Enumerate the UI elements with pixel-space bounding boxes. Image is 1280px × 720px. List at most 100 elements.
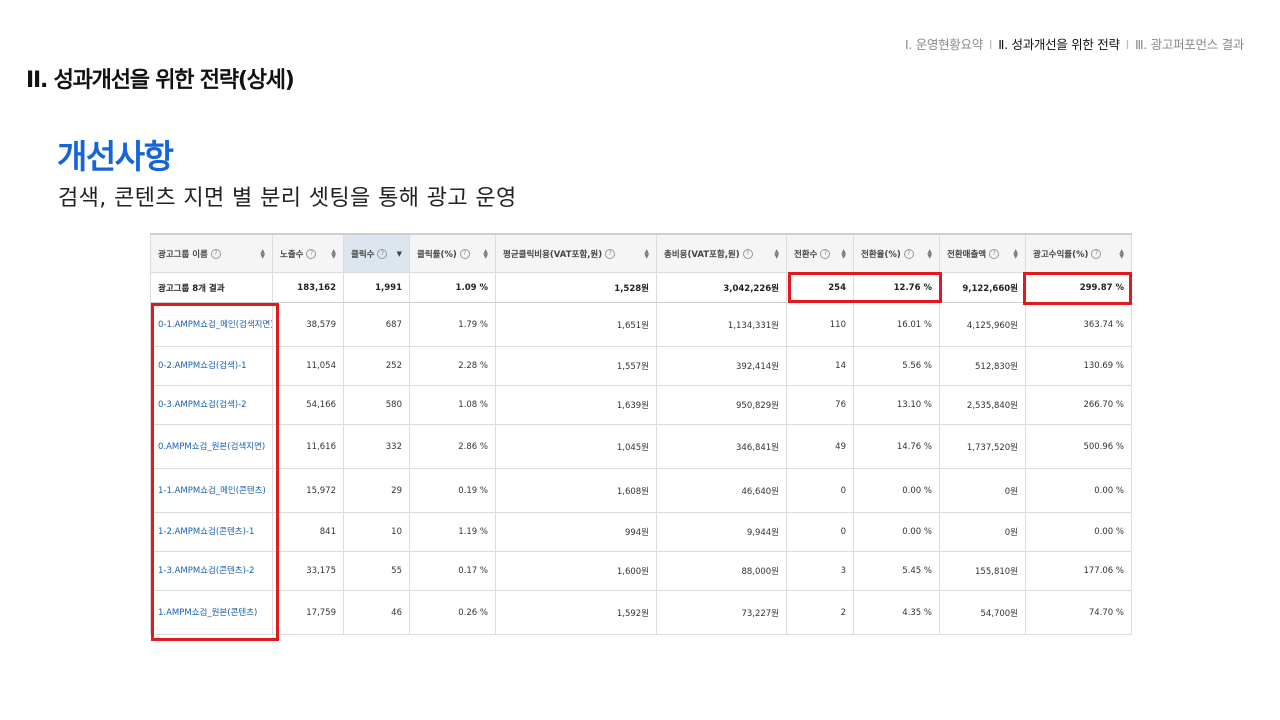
table-header-row: 광고그룹 이름? ▲ ▼ 노출수? ▲ ▼ 클릭수? ▼ 클릭률(%)? ▲ ▼ 평균클릭비용(VAT… xyxy=(150,233,1132,273)
ad-group-name-link[interactable]: 1-2.AMPM쇼검(콘텐츠)-1 xyxy=(150,512,273,552)
section-title: 개선사항 xyxy=(57,137,174,176)
section-subtitle: 검색, 콘텐츠 지면 별 분리 셋팅을 통해 광고 운영 xyxy=(58,186,517,211)
help-icon[interactable]: ? xyxy=(820,248,831,259)
sort-icon[interactable]: ▲ ▼ xyxy=(483,248,488,259)
table-cell: 0.17 % xyxy=(409,551,496,591)
summary-label: 광고그룹 8개 결과 xyxy=(150,272,273,303)
table-cell: 74.70 % xyxy=(1025,590,1132,635)
sort-icon[interactable]: ▲ ▼ xyxy=(644,248,649,259)
column-header-label: 광고그룹 이름 xyxy=(158,249,208,260)
table-row: 0-1.AMPM쇼검_메인(검색지면) 38,579 687 1.79 % 1,651원… xyxy=(150,302,1132,347)
table-cell: 0 xyxy=(786,468,854,513)
column-header-6[interactable]: 전환수? ▲ ▼ xyxy=(786,233,854,273)
column-header-label: 전환매출액 xyxy=(947,249,987,260)
table-cell: 994원 xyxy=(495,512,657,552)
column-header-3[interactable]: 클릭률(%)? ▲ ▼ xyxy=(409,233,496,273)
table-cell: 46,640원 xyxy=(656,468,787,513)
ad-group-name-link[interactable]: 1.AMPM쇼검_원본(콘텐츠) xyxy=(150,590,273,635)
table-cell: 5.45 % xyxy=(853,551,940,591)
table-cell: 2.86 % xyxy=(409,424,496,469)
sort-icon[interactable]: ▲ ▼ xyxy=(260,248,265,259)
help-icon[interactable]: ? xyxy=(459,248,470,259)
table-cell: 841 xyxy=(272,512,344,552)
table-cell: 0.00 % xyxy=(1025,468,1132,513)
column-header-label: 전환율(%) xyxy=(861,249,901,260)
column-header-label: 총비용(VAT포함,원) xyxy=(664,249,740,260)
table-cell: 9,944원 xyxy=(656,512,787,552)
table-cell: 512,830원 xyxy=(939,346,1026,386)
table-cell: 130.69 % xyxy=(1025,346,1132,386)
help-icon[interactable]: ? xyxy=(377,248,388,259)
help-icon[interactable]: ? xyxy=(210,248,221,259)
nav-item-performance[interactable]: Ⅲ. 광고퍼포먼스 결과 xyxy=(1135,34,1244,53)
table-cell: 2 xyxy=(786,590,854,635)
nav-item-strategy[interactable]: Ⅱ. 성과개선을 위한 전략 xyxy=(998,34,1120,53)
table-cell: 3 xyxy=(786,551,854,591)
column-header-8[interactable]: 전환매출액? ▲ ▼ xyxy=(939,233,1026,273)
column-header-0[interactable]: 광고그룹 이름? ▲ ▼ xyxy=(150,233,273,273)
ad-group-name-link[interactable]: 0-2.AMPM쇼검(검색)-1 xyxy=(150,346,273,386)
table-cell: 1,737,520원 xyxy=(939,424,1026,469)
table-cell: 0원 xyxy=(939,512,1026,552)
ad-group-name-link[interactable]: 1-3.AMPM쇼검(콘텐츠)-2 xyxy=(150,551,273,591)
ad-group-name-link[interactable]: 0-1.AMPM쇼검_메인(검색지면) xyxy=(150,302,273,347)
table-cell: 0 xyxy=(786,512,854,552)
help-icon[interactable]: ? xyxy=(903,248,914,259)
ad-group-name-link[interactable]: 0-3.AMPM쇼검(검색)-2 xyxy=(150,385,273,425)
table-cell: 2.28 % xyxy=(409,346,496,386)
table-cell: 55 xyxy=(343,551,410,591)
column-header-7[interactable]: 전환율(%)? ▲ ▼ xyxy=(853,233,940,273)
sort-icon[interactable]: ▲ ▼ xyxy=(774,248,779,259)
nav-item-summary[interactable]: Ⅰ. 운영현황요약 xyxy=(905,34,983,53)
ad-group-name-link[interactable]: 0.AMPM쇼검_원본(검색지면) xyxy=(150,424,273,469)
table-cell: 4.35 % xyxy=(853,590,940,635)
table-cell: 33,175 xyxy=(272,551,344,591)
summary-cell: 12.76 % xyxy=(853,272,940,303)
table-cell: 1,045원 xyxy=(495,424,657,469)
table-cell: 5.56 % xyxy=(853,346,940,386)
table-cell: 0.00 % xyxy=(853,512,940,552)
table-cell: 1,557원 xyxy=(495,346,657,386)
table-cell: 1.08 % xyxy=(409,385,496,425)
table-cell: 1,134,331원 xyxy=(656,302,787,347)
table-cell: 177.06 % xyxy=(1025,551,1132,591)
table-cell: 1,600원 xyxy=(495,551,657,591)
sort-icon[interactable]: ▲ ▼ xyxy=(1013,248,1018,259)
table-cell: 392,414원 xyxy=(656,346,787,386)
table-cell: 49 xyxy=(786,424,854,469)
table-row: 0.AMPM쇼검_원본(검색지면) 11,616 332 2.86 % 1,045원 34… xyxy=(150,424,1132,469)
table-cell: 17,759 xyxy=(272,590,344,635)
help-icon[interactable]: ? xyxy=(1091,248,1102,259)
table-cell: 38,579 xyxy=(272,302,344,347)
table-cell: 1,651원 xyxy=(495,302,657,347)
table-cell: 2,535,840원 xyxy=(939,385,1026,425)
summary-cell: 1.09 % xyxy=(409,272,496,303)
table-cell: 14.76 % xyxy=(853,424,940,469)
sort-icon[interactable]: ▲ ▼ xyxy=(841,248,846,259)
sort-icon[interactable]: ▲ ▼ xyxy=(1119,248,1124,259)
table-cell: 54,700원 xyxy=(939,590,1026,635)
ad-group-report-table: 광고그룹 이름? ▲ ▼ 노출수? ▲ ▼ 클릭수? ▼ 클릭률(%)? ▲ ▼ 평균클릭비용(VAT… xyxy=(150,233,1132,635)
summary-cell: 9,122,660원 xyxy=(939,272,1026,303)
sort-icon[interactable]: ▲ ▼ xyxy=(331,248,336,259)
help-icon[interactable]: ? xyxy=(306,248,317,259)
table-cell: 1.19 % xyxy=(409,512,496,552)
help-icon[interactable]: ? xyxy=(605,248,616,259)
column-header-9[interactable]: 광고수익률(%)? ▲ ▼ xyxy=(1025,233,1132,273)
table-row: 1-2.AMPM쇼검(콘텐츠)-1 841 10 1.19 % 994원 9,944원 0 0… xyxy=(150,512,1132,552)
ad-group-name-link[interactable]: 1-1.AMPM쇼검_메인(콘텐츠) xyxy=(150,468,273,513)
sort-icon[interactable]: ▲ ▼ xyxy=(927,248,932,259)
column-header-4[interactable]: 평균클릭비용(VAT포함,원)? ▲ ▼ xyxy=(495,233,657,273)
column-header-label: 평균클릭비용(VAT포함,원) xyxy=(503,249,603,260)
column-header-5[interactable]: 총비용(VAT포함,원)? ▲ ▼ xyxy=(656,233,787,273)
table-cell: 46 xyxy=(343,590,410,635)
summary-cell: 3,042,226원 xyxy=(656,272,787,303)
sort-desc-icon[interactable]: ▼ xyxy=(397,250,402,258)
column-header-2[interactable]: 클릭수? ▼ xyxy=(343,233,410,273)
column-header-label: 전환수 xyxy=(794,249,818,260)
table-cell: 0원 xyxy=(939,468,1026,513)
help-icon[interactable]: ? xyxy=(989,248,1000,259)
help-icon[interactable]: ? xyxy=(742,248,753,259)
table-cell: 0.26 % xyxy=(409,590,496,635)
column-header-1[interactable]: 노출수? ▲ ▼ xyxy=(272,233,344,273)
